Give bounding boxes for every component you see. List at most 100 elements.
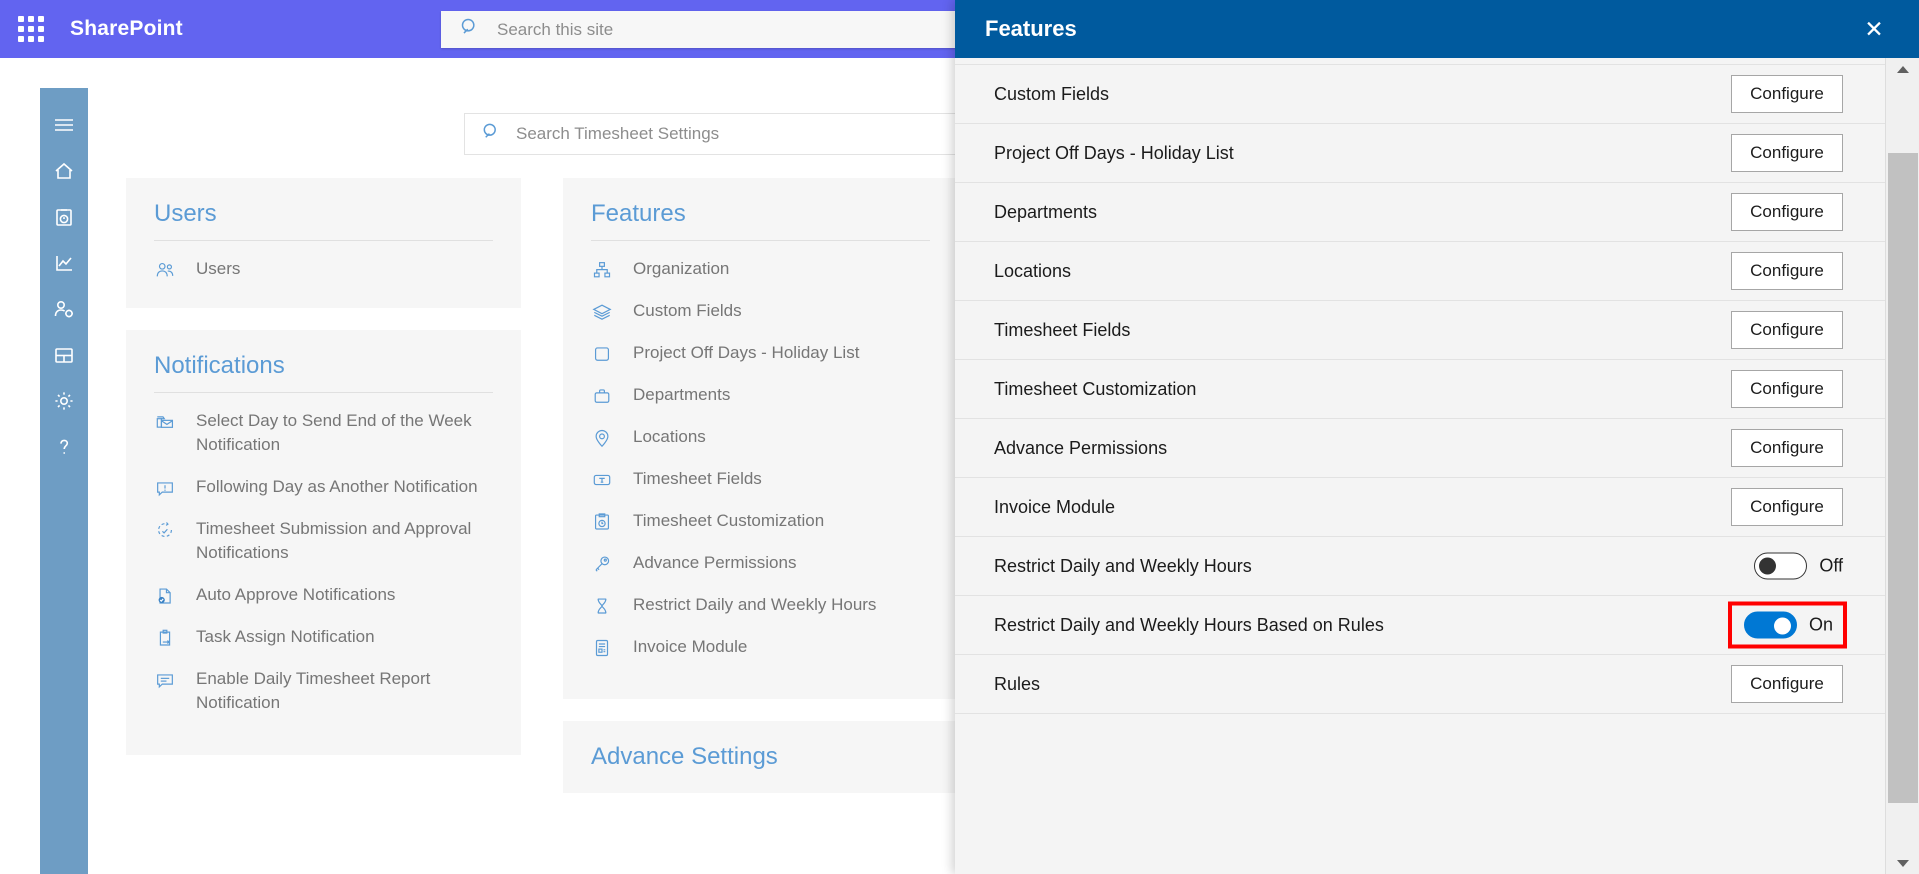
features-panel-header: Features ✕ [955, 0, 1919, 58]
list-item-label: Timesheet Submission and Approval Notifi… [196, 519, 472, 562]
list-item-timesheet-submission-approval[interactable]: Timesheet Submission and Approval Notifi… [154, 517, 493, 565]
settings-column-right: Features Organization Custom Fields Proj… [563, 178, 958, 793]
configure-button[interactable]: Configure [1731, 134, 1843, 172]
restrict-hours-toggle-wrap: Off [1754, 552, 1843, 580]
briefcase-icon [591, 385, 613, 407]
card-advance-settings-title: Advance Settings [591, 743, 778, 770]
row-control: Configure [1731, 665, 1843, 703]
home-icon[interactable] [44, 148, 84, 194]
list-item-label: Invoice Module [633, 637, 748, 656]
list-item-departments[interactable]: Departments [591, 383, 930, 407]
mail-folder-icon [154, 411, 176, 433]
configure-button[interactable]: Configure [1731, 488, 1843, 526]
sharepoint-logo-text[interactable]: SharePoint [70, 17, 183, 41]
list-item-label: Advance Permissions [633, 553, 797, 572]
layout-report-icon[interactable] [44, 332, 84, 378]
list-item-task-assign-notification[interactable]: Task Assign Notification [154, 625, 493, 649]
configure-button[interactable]: Configure [1731, 75, 1843, 113]
configure-button[interactable]: Configure [1731, 252, 1843, 290]
list-item-label: Locations [633, 427, 706, 446]
restrict-hours-toggle[interactable] [1754, 552, 1808, 580]
help-icon[interactable] [44, 424, 84, 470]
close-icon[interactable]: ✕ [1857, 12, 1891, 46]
list-item-custom-fields[interactable]: Custom Fields [591, 299, 930, 323]
card-advance-settings: Advance Settings [563, 721, 958, 793]
list-item-following-day-notification[interactable]: Following Day as Another Notification [154, 475, 493, 499]
square-icon [591, 343, 613, 365]
list-item-enable-daily-timesheet-report[interactable]: Enable Daily Timesheet Report Notificati… [154, 667, 493, 715]
table-row: Timesheet Customization Configure [955, 360, 1885, 419]
list-item-label: Restrict Daily and Weekly Hours [633, 595, 877, 614]
divider [154, 392, 493, 393]
hourglass-icon [591, 595, 613, 617]
list-item-label: Enable Daily Timesheet Report Notificati… [196, 669, 431, 712]
list-item-locations[interactable]: Locations [591, 425, 930, 449]
scroll-up-arrow-icon[interactable] [1886, 58, 1919, 80]
clipboard-arrow-icon [154, 627, 176, 649]
list-item-label: Auto Approve Notifications [196, 585, 396, 604]
panel-scrollbar[interactable] [1885, 58, 1919, 874]
row-control: On [1727, 601, 1848, 649]
comment-alert-icon [154, 477, 176, 499]
restrict-hours-rules-toggle[interactable] [1743, 611, 1797, 639]
list-item-organization[interactable]: Organization [591, 257, 930, 281]
comment-icon [154, 669, 176, 691]
app-root: SharePoint Search this site Search Times… [0, 0, 1919, 874]
row-control: Off [1754, 552, 1843, 580]
features-rows: Configure Custom Fields Configure Projec… [955, 58, 1885, 714]
row-control: Configure [1731, 488, 1843, 526]
configure-button[interactable]: Configure [1731, 665, 1843, 703]
list-item-select-day-end-of-week[interactable]: Select Day to Send End of the Week Notif… [154, 409, 493, 457]
row-control: Configure [1731, 311, 1843, 349]
list-item-label: Project Off Days - Holiday List [633, 343, 860, 362]
configure-button[interactable]: Configure [1731, 311, 1843, 349]
hamburger-menu-icon[interactable] [44, 102, 84, 148]
card-notifications-title: Notifications [154, 352, 285, 379]
list-item-users[interactable]: Users [154, 257, 493, 281]
scroll-down-arrow-icon[interactable] [1886, 852, 1919, 874]
card-users-title: Users [154, 200, 217, 227]
card-features: Features Organization Custom Fields Proj… [563, 178, 958, 699]
table-row: Rules Configure [955, 655, 1885, 714]
list-item-label: Following Day as Another Notification [196, 477, 478, 496]
user-settings-icon[interactable] [44, 286, 84, 332]
configure-button[interactable]: Configure [1731, 193, 1843, 231]
list-item-restrict-daily-weekly-hours[interactable]: Restrict Daily and Weekly Hours [591, 593, 930, 617]
toggle-state-label: On [1808, 614, 1833, 635]
left-icon-rail [40, 88, 88, 874]
list-item-timesheet-fields[interactable]: Timesheet Fields [591, 467, 930, 491]
divider [154, 240, 493, 241]
configure-button[interactable]: Configure [1731, 370, 1843, 408]
row-control: Configure [1731, 134, 1843, 172]
row-control: Configure [1731, 75, 1843, 113]
list-item-label: Select Day to Send End of the Week Notif… [196, 411, 472, 454]
table-row: Restrict Daily and Weekly Hours Based on… [955, 596, 1885, 655]
list-item-label: Custom Fields [633, 301, 742, 320]
document-approve-icon [154, 585, 176, 607]
list-item-invoice-module[interactable]: Invoice Module [591, 635, 930, 659]
list-item-project-off-days[interactable]: Project Off Days - Holiday List [591, 341, 930, 365]
table-row: Project Off Days - Holiday List Configur… [955, 124, 1885, 183]
feature-name: Restrict Daily and Weekly Hours [994, 555, 1252, 576]
scrollbar-thumb[interactable] [1888, 153, 1918, 803]
list-item-label: Organization [633, 259, 730, 278]
invoice-icon [591, 637, 613, 659]
site-search-placeholder: Search this site [497, 19, 614, 39]
timesheet-settings-search-input[interactable]: Search Timesheet Settings [464, 113, 1024, 155]
people-icon [154, 259, 176, 281]
app-launcher-icon[interactable] [14, 12, 48, 46]
list-item-advance-permissions[interactable]: Advance Permissions [591, 551, 930, 575]
features-panel: Features ✕ Configure Custom Fields Confi… [955, 0, 1919, 874]
features-panel-body: Configure Custom Fields Configure Projec… [955, 58, 1885, 874]
list-item-timesheet-customization[interactable]: Timesheet Customization [591, 509, 930, 533]
configure-button[interactable]: Configure [1731, 429, 1843, 467]
card-features-title: Features [591, 200, 686, 227]
table-row: Custom Fields Configure [955, 65, 1885, 124]
timesheet-icon[interactable] [44, 194, 84, 240]
sync-check-icon [154, 519, 176, 541]
list-item-auto-approve-notifications[interactable]: Auto Approve Notifications [154, 583, 493, 607]
chart-icon[interactable] [44, 240, 84, 286]
table-row: Configure [955, 58, 1885, 65]
card-users: Users Users [126, 178, 521, 308]
gear-icon[interactable] [44, 378, 84, 424]
